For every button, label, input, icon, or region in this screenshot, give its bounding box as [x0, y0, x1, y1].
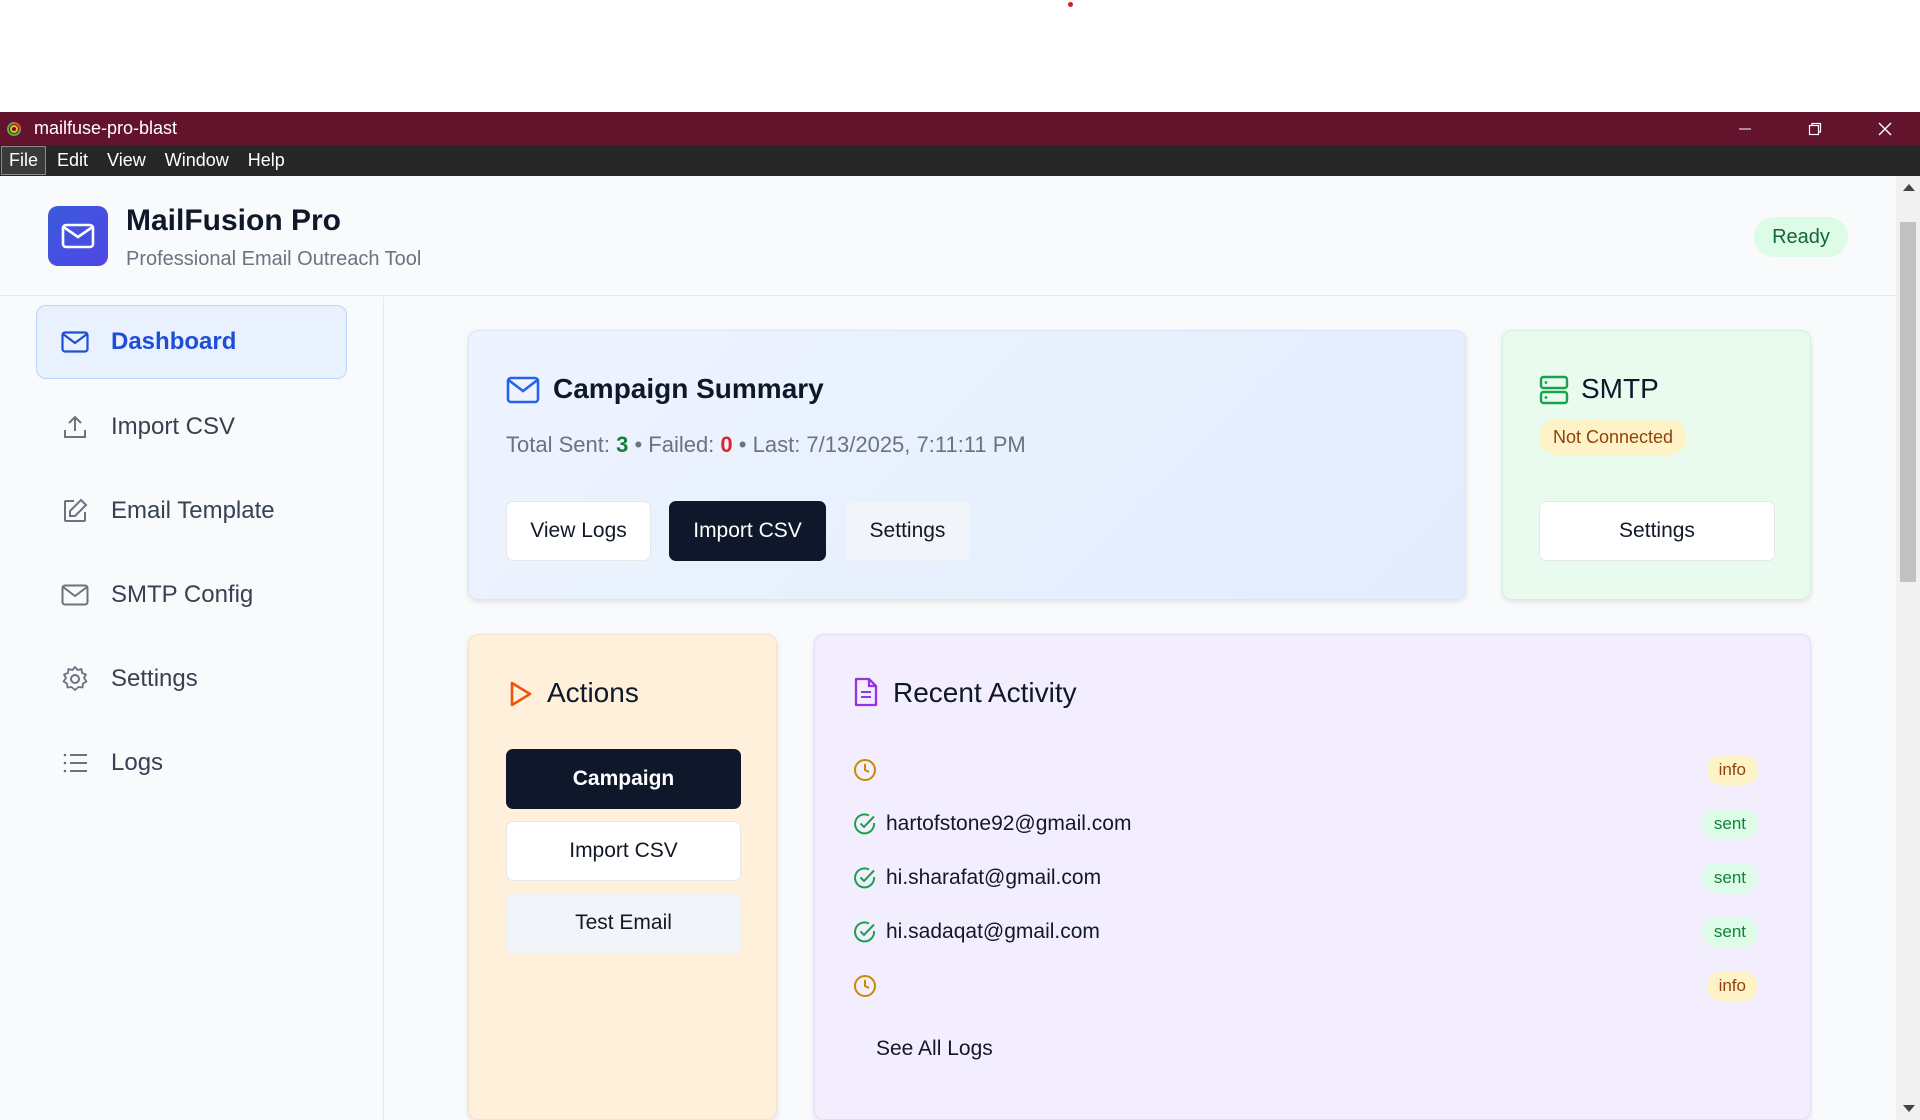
- campaign-stats: Total Sent: 3 • Failed: 0 • Last: 7/13/2…: [506, 432, 1026, 458]
- sent-label: Total Sent:: [506, 432, 617, 457]
- activity-status-badge: info: [1706, 971, 1758, 1001]
- edit-icon: [61, 497, 89, 525]
- app-content: MailFusion Pro Professional Email Outrea…: [0, 176, 1896, 1120]
- actions-card: Actions Campaign Import CSV Test Email: [468, 634, 777, 1120]
- scrollbar-thumb[interactable]: [1900, 222, 1916, 582]
- scroll-down-icon[interactable]: [1903, 1105, 1915, 1112]
- mail-icon: [61, 223, 95, 249]
- sidebar-item-label: Import CSV: [111, 413, 236, 440]
- sidebar-item-import-csv[interactable]: Import CSV: [36, 390, 347, 464]
- scroll-up-icon[interactable]: [1903, 184, 1915, 191]
- test-email-button[interactable]: Test Email: [506, 893, 741, 953]
- campaign-summary-title: Campaign Summary: [553, 373, 824, 404]
- sidebar-item-label: Settings: [111, 665, 198, 692]
- sidebar-item-dashboard[interactable]: Dashboard: [36, 305, 347, 379]
- recent-activity-title: Recent Activity: [893, 677, 1077, 708]
- server-icon: [1539, 375, 1569, 410]
- sidebar: Dashboard Import CSV Email Template SMTP…: [0, 297, 384, 1120]
- window-title: mailfuse-pro-blast: [34, 118, 178, 138]
- activity-row: info: [852, 743, 1776, 797]
- app-tagline: Professional Email Outreach Tool: [126, 248, 422, 270]
- gear-icon: [61, 665, 89, 693]
- activity-row: hi.sadaqat@gmail.com sent: [852, 905, 1776, 959]
- clock-icon: [852, 973, 878, 999]
- view-logs-button[interactable]: View Logs: [506, 501, 651, 561]
- cursor-dot: [1068, 2, 1073, 7]
- sidebar-item-label: Dashboard: [111, 328, 237, 355]
- sidebar-item-logs[interactable]: Logs: [36, 726, 347, 800]
- menu-edit[interactable]: Edit: [49, 146, 96, 175]
- actions-import-csv-button[interactable]: Import CSV: [506, 821, 741, 881]
- sidebar-item-label: SMTP Config: [111, 581, 254, 608]
- campaign-button[interactable]: Campaign: [506, 749, 741, 809]
- clock-icon: [852, 757, 878, 783]
- smtp-status-badge: Not Connected: [1539, 419, 1687, 455]
- mail-icon: [61, 581, 89, 609]
- menu-file[interactable]: File: [1, 146, 47, 175]
- sidebar-item-label: Email Template: [111, 497, 275, 524]
- separator: •: [628, 432, 649, 457]
- import-csv-button[interactable]: Import CSV: [669, 501, 826, 561]
- check-circle-icon: [852, 811, 878, 837]
- play-icon: [509, 680, 533, 713]
- activity-row: info: [852, 959, 1776, 1013]
- menu-view[interactable]: View: [99, 146, 154, 175]
- smtp-title: SMTP: [1581, 373, 1659, 404]
- activity-row: hi.sharafat@gmail.com sent: [852, 851, 1776, 905]
- check-circle-icon: [852, 865, 878, 891]
- status-badge: Ready: [1754, 217, 1848, 257]
- separator: •: [732, 432, 753, 457]
- sent-count: 3: [616, 432, 629, 457]
- mail-icon: [61, 328, 89, 356]
- sidebar-item-smtp-config[interactable]: SMTP Config: [36, 558, 347, 632]
- menu-bar: File Edit View Window Help: [0, 145, 1920, 176]
- last-sent: Last: 7/13/2025, 7:11:11 PM: [752, 432, 1026, 457]
- recent-activity-card: Recent Activity info hartofstone92@gmail…: [814, 634, 1811, 1120]
- activity-status-badge: sent: [1701, 917, 1758, 947]
- activity-status-badge: info: [1706, 755, 1758, 785]
- restore-button[interactable]: [1780, 112, 1850, 145]
- upload-icon: [61, 413, 89, 441]
- window-titlebar: mailfuse-pro-blast: [0, 112, 1920, 145]
- failed-label: Failed:: [648, 432, 721, 457]
- minimize-icon: [1739, 128, 1751, 129]
- settings-button[interactable]: Settings: [845, 501, 970, 561]
- campaign-summary-card: Campaign Summary Total Sent: 3 • Failed:…: [468, 330, 1466, 600]
- check-circle-icon: [852, 919, 878, 945]
- close-button[interactable]: [1850, 112, 1920, 145]
- desktop-strip: [0, 0, 1920, 112]
- activity-email: hi.sharafat@gmail.com: [886, 866, 1102, 889]
- list-icon: [61, 749, 89, 777]
- menu-help[interactable]: Help: [240, 146, 293, 175]
- menu-window[interactable]: Window: [157, 146, 237, 175]
- smtp-card: SMTP Not Connected Settings: [1502, 330, 1811, 600]
- app-icon: [6, 121, 22, 137]
- app-header: MailFusion Pro Professional Email Outrea…: [0, 176, 1896, 296]
- minimize-button[interactable]: [1710, 112, 1780, 145]
- actions-title: Actions: [547, 677, 639, 708]
- activity-status-badge: sent: [1701, 863, 1758, 893]
- app-name: MailFusion Pro: [126, 204, 342, 237]
- activity-email: hi.sadaqat@gmail.com: [886, 920, 1100, 943]
- restore-icon: [1808, 122, 1822, 135]
- app-logo: [48, 206, 108, 266]
- see-all-logs-link[interactable]: See All Logs: [876, 1037, 993, 1061]
- failed-count: 0: [720, 432, 733, 457]
- vertical-scrollbar[interactable]: [1896, 176, 1920, 1120]
- sidebar-item-label: Logs: [111, 749, 164, 776]
- activity-row: hartofstone92@gmail.com sent: [852, 797, 1776, 851]
- sidebar-item-settings[interactable]: Settings: [36, 642, 347, 716]
- close-icon: [1878, 122, 1892, 135]
- mail-icon: [506, 376, 540, 409]
- window-controls: [1710, 112, 1920, 145]
- sidebar-item-email-template[interactable]: Email Template: [36, 474, 347, 548]
- smtp-settings-button[interactable]: Settings: [1539, 501, 1775, 561]
- document-icon: [853, 677, 879, 712]
- activity-email: hartofstone92@gmail.com: [886, 812, 1132, 835]
- activity-status-badge: sent: [1701, 809, 1758, 839]
